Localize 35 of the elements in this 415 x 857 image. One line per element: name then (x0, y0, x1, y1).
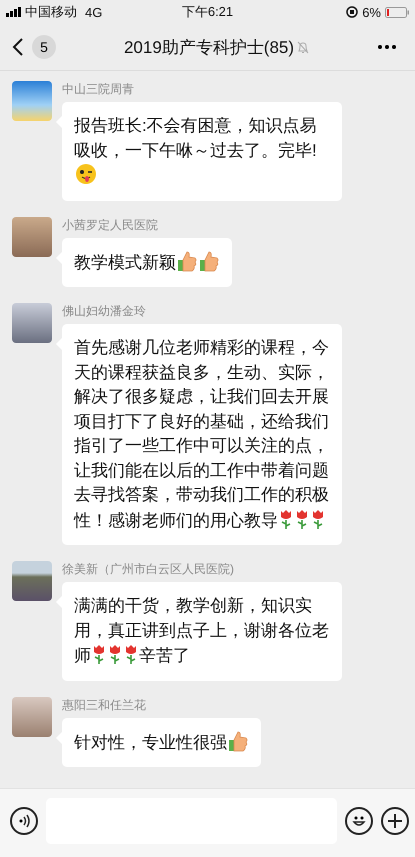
thumbs-up-icon (177, 250, 197, 272)
chat-title: 2019助产专科护士(85) (124, 36, 294, 58)
back-icon[interactable] (12, 37, 24, 57)
sender-name: 徐美新（广州市白云区人民医院) (62, 561, 235, 578)
more-icon[interactable] (377, 44, 397, 50)
carrier-name: 中国移动 (25, 3, 77, 21)
unread-count: 5 (32, 35, 56, 59)
rose-icon (311, 508, 325, 530)
network-type: 4G (85, 4, 102, 20)
rose-icon (92, 643, 106, 665)
clock: 下午6:21 (182, 3, 234, 21)
thumbs-up-icon (228, 730, 248, 752)
sender-name: 小茜罗定人民医院 (62, 216, 159, 234)
rose-icon (124, 643, 138, 665)
orientation-lock-icon (346, 6, 358, 18)
emoji-button[interactable] (345, 807, 373, 835)
sender-name: 佛山妇幼潘金玲 (62, 303, 147, 320)
plus-icon (387, 813, 403, 829)
avatar-image[interactable] (12, 303, 52, 343)
sender-name: 中山三院周青 (62, 81, 135, 98)
winking-face-icon (75, 163, 97, 185)
rose-icon (295, 508, 309, 530)
avatar-image[interactable] (12, 561, 52, 601)
add-button[interactable] (381, 807, 409, 835)
rose-icon (108, 643, 122, 665)
battery-icon (385, 6, 409, 18)
sender-name: 惠阳三和任兰花 (62, 696, 147, 714)
avatar-image[interactable] (12, 81, 52, 121)
battery-percent: 6% (362, 4, 381, 20)
voice-icon (17, 814, 31, 828)
voice-button[interactable] (10, 807, 38, 835)
rose-icon (279, 508, 293, 530)
avatar-image[interactable] (12, 216, 52, 256)
signal-icon (6, 7, 22, 17)
thumbs-up-icon (199, 250, 219, 272)
